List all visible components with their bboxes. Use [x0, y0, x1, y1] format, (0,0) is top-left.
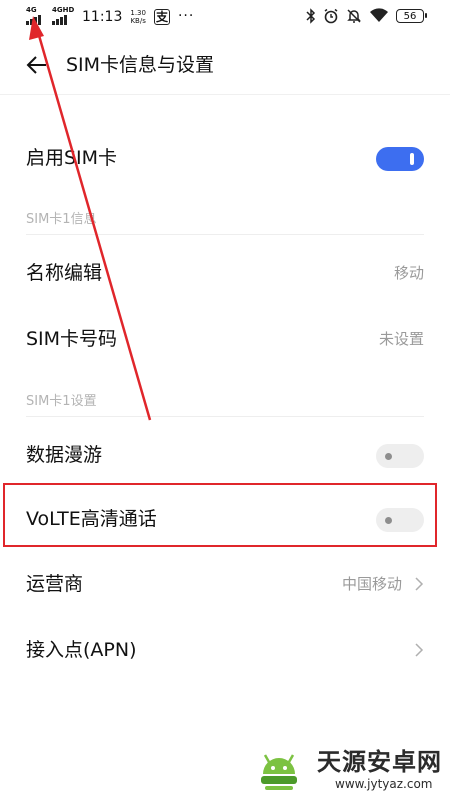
carrier-row[interactable]: 运营商 中国移动	[0, 551, 450, 617]
volte-highlight-box	[3, 483, 437, 547]
apn-row[interactable]: 接入点(APN)	[0, 617, 450, 683]
alipay-notification-icon: 支	[153, 9, 170, 25]
watermark-name: 天源安卓网	[317, 748, 442, 776]
alarm-icon	[324, 8, 338, 24]
header: SIM卡信息与设置	[0, 40, 450, 92]
chevron-right-icon	[415, 643, 424, 657]
enable-sim-row[interactable]: 启用SIM卡	[0, 125, 450, 191]
sim-number-value: 未设置	[378, 330, 424, 348]
data-roaming-toggle[interactable]	[376, 444, 424, 468]
name-edit-value: 移动	[393, 264, 424, 282]
watermark-url: www.jytyaz.com	[335, 777, 433, 791]
network-speed: 1.30 KB/s	[130, 9, 146, 25]
name-edit-label: 名称编辑	[26, 262, 103, 284]
name-edit-row[interactable]: 名称编辑 移动	[0, 240, 450, 306]
status-bar: 4G 4GHD 11:13 1.30 KB/s 支 ··· 56	[0, 0, 450, 36]
wifi-icon	[370, 8, 388, 22]
back-arrow-icon[interactable]	[24, 52, 50, 78]
sim1-signal-icon: 4G	[26, 6, 44, 28]
header-divider	[0, 94, 450, 95]
section-header-sim-info: SIM卡1信息	[26, 212, 97, 227]
clock: 11:13	[82, 9, 123, 25]
apn-label: 接入点(APN)	[26, 639, 137, 661]
chevron-right-icon	[415, 577, 424, 591]
sim-number-row[interactable]: SIM卡号码 未设置	[0, 306, 450, 372]
data-roaming-row[interactable]: 数据漫游	[0, 422, 450, 488]
site-watermark: 天源安卓网 www.jytyaz.com	[257, 746, 447, 796]
section-divider	[26, 416, 424, 417]
carrier-label: 运营商	[26, 573, 84, 595]
carrier-value: 中国移动	[341, 575, 402, 593]
enable-sim-toggle[interactable]	[376, 147, 424, 171]
more-notifications-icon: ···	[177, 8, 195, 24]
battery-icon: 56	[396, 9, 427, 23]
bluetooth-icon	[306, 8, 316, 24]
android-logo-icon	[261, 754, 297, 790]
enable-sim-label: 启用SIM卡	[26, 147, 118, 169]
sim2-signal-icon: 4GHD	[52, 6, 74, 28]
mute-icon	[347, 9, 361, 23]
page-title: SIM卡信息与设置	[66, 54, 215, 76]
data-roaming-label: 数据漫游	[26, 444, 103, 466]
section-divider	[26, 234, 424, 235]
section-header-sim-settings: SIM卡1设置	[26, 394, 97, 409]
sim-number-label: SIM卡号码	[26, 328, 118, 350]
